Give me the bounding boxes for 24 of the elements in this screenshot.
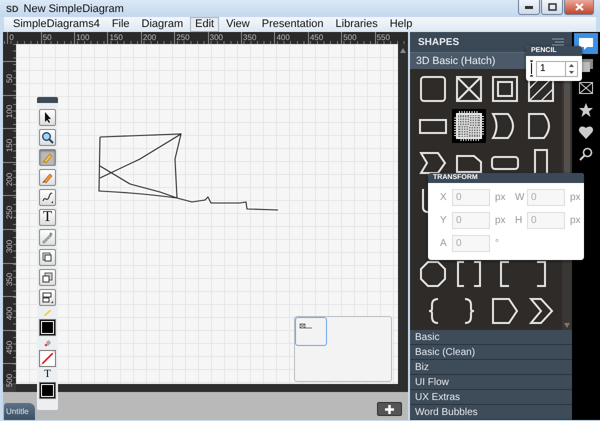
unit-label: px <box>495 215 507 226</box>
field-label: W <box>515 192 522 203</box>
field-label: X <box>440 192 447 203</box>
app-logo: SD <box>6 4 19 14</box>
field-label: A <box>440 238 447 249</box>
ruler-label: 450 <box>5 340 14 354</box>
ruler-label: 150 <box>5 138 14 152</box>
text-color-label: T <box>44 370 51 379</box>
unit-label: px <box>495 192 507 203</box>
ruler-label: 200 <box>5 172 14 186</box>
unit-label: ° <box>495 238 500 249</box>
ruler-label: 350 <box>5 273 14 287</box>
ruler-label: 50 <box>5 74 14 83</box>
ruler-label: 500 <box>5 374 14 388</box>
ruler-label: 400 <box>5 306 14 320</box>
window-title: New SimpleDiagram <box>24 2 125 14</box>
ruler-label: 250 <box>5 206 14 220</box>
ruler-label: 300 <box>5 240 14 253</box>
field-label: Y <box>440 215 447 226</box>
unit-label: px <box>570 215 582 226</box>
field-label: H <box>515 215 522 226</box>
unit-label: px <box>570 192 582 203</box>
panel-title: SHAPES <box>418 36 460 48</box>
ruler-label: 100 <box>5 105 14 119</box>
